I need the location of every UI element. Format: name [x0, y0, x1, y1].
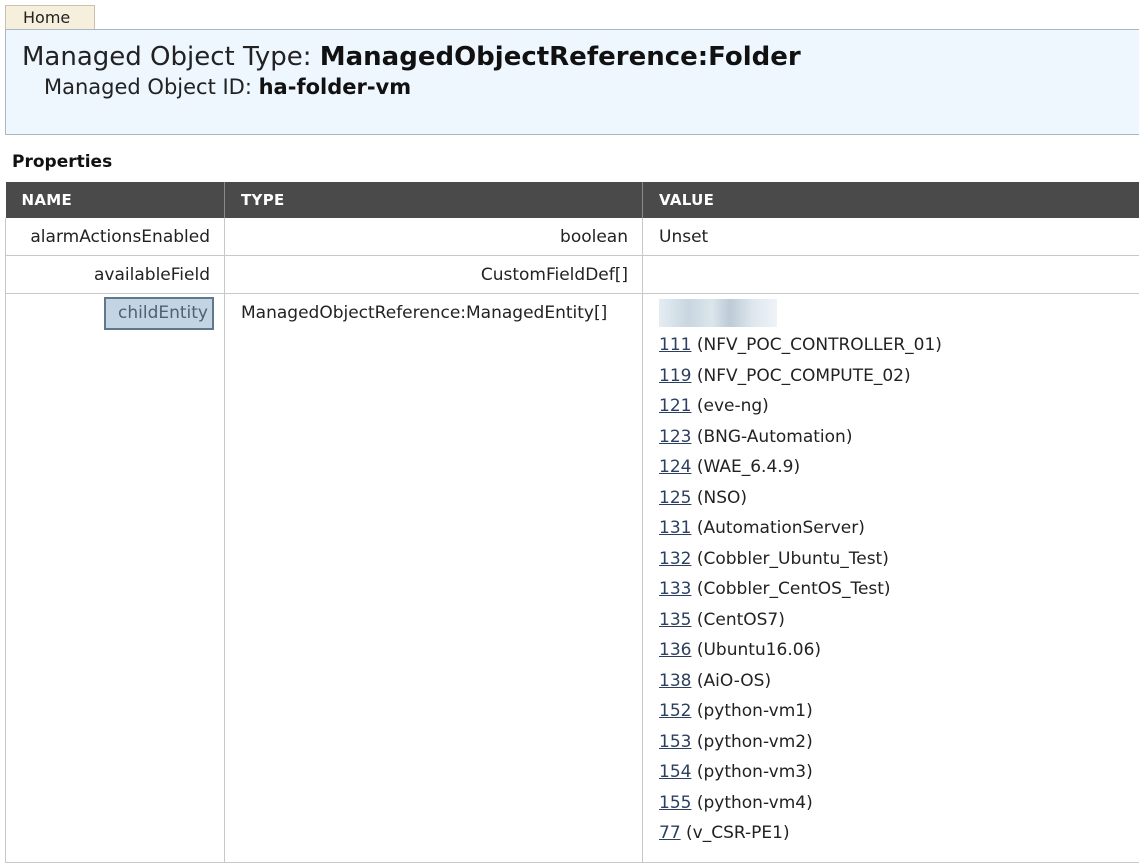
id-label: Managed Object ID:: [44, 75, 259, 99]
managed-object-id: Managed Object ID: ha-folder-vm: [44, 75, 411, 99]
list-item: 132 (Cobbler_Ubuntu_Test): [659, 549, 1125, 580]
entity-label: (v_CSR-PE1): [686, 823, 790, 843]
entity-label: (NSO): [697, 488, 747, 508]
list-item: 131 (AutomationServer): [659, 518, 1125, 549]
entity-link[interactable]: 154: [659, 762, 691, 782]
property-name: alarmActionsEnabled: [6, 218, 225, 256]
property-type: ManagedObjectReference:ManagedEntity[]: [225, 294, 643, 863]
home-tab[interactable]: Home: [5, 5, 95, 29]
entity-link[interactable]: 152: [659, 701, 691, 721]
property-name-cell: childEntity: [6, 294, 225, 863]
object-header: Managed Object Type: ManagedObjectRefere…: [5, 29, 1139, 135]
list-item: 154 (python-vm3): [659, 762, 1125, 793]
list-item: 77 (v_CSR-PE1): [659, 823, 1125, 854]
list-item: 133 (Cobbler_CentOS_Test): [659, 579, 1125, 610]
list-item: 153 (python-vm2): [659, 732, 1125, 763]
table-header-row: NAME TYPE VALUE: [6, 182, 1139, 218]
list-item: 135 (CentOS7): [659, 610, 1125, 641]
entity-link[interactable]: 123: [659, 427, 691, 447]
entity-label: (python-vm4): [697, 793, 813, 813]
list-item: 152 (python-vm1): [659, 701, 1125, 732]
table-row: availableField CustomFieldDef[]: [6, 256, 1139, 294]
entity-link[interactable]: 125: [659, 488, 691, 508]
properties-heading: Properties: [12, 152, 112, 172]
list-item: 125 (NSO): [659, 488, 1125, 519]
list-item: 155 (python-vm4): [659, 793, 1125, 824]
entity-label: (AutomationServer): [697, 518, 865, 538]
property-type: boolean: [225, 218, 643, 256]
entity-link[interactable]: 138: [659, 671, 691, 691]
property-name: availableField: [6, 256, 225, 294]
table-row: alarmActionsEnabled boolean Unset: [6, 218, 1139, 256]
list-item: 111 (NFV_POC_CONTROLLER_01): [659, 335, 1125, 366]
entity-label: (AiO-OS): [697, 671, 771, 691]
entity-label: (Cobbler_Ubuntu_Test): [697, 549, 889, 569]
list-item: 136 (Ubuntu16.06): [659, 640, 1125, 671]
entity-label: (NFV_POC_COMPUTE_02): [697, 366, 911, 386]
list-item: 124 (WAE_6.4.9): [659, 457, 1125, 488]
entity-link[interactable]: 111: [659, 335, 691, 355]
properties-table: NAME TYPE VALUE alarmActionsEnabled bool…: [5, 182, 1139, 863]
column-header-type: TYPE: [225, 182, 643, 218]
entity-links: 111 (NFV_POC_CONTROLLER_01)119 (NFV_POC_…: [659, 335, 1125, 854]
entity-label: (BNG-Automation): [697, 427, 853, 447]
entity-label: (WAE_6.4.9): [697, 457, 800, 477]
entity-label: (NFV_POC_CONTROLLER_01): [697, 335, 942, 355]
entity-label: (eve-ng): [697, 396, 769, 416]
entity-link[interactable]: 153: [659, 732, 691, 752]
entity-link[interactable]: 133: [659, 579, 691, 599]
managed-object-type: Managed Object Type: ManagedObjectRefere…: [22, 42, 801, 72]
property-value: Unset: [643, 218, 1139, 256]
entity-label: (CentOS7): [697, 610, 785, 630]
entity-link[interactable]: 124: [659, 457, 691, 477]
child-entity-list: 111 (NFV_POC_CONTROLLER_01)119 (NFV_POC_…: [643, 294, 1139, 863]
redacted-entry: [659, 299, 777, 327]
entity-link[interactable]: 119: [659, 366, 691, 386]
list-item: 119 (NFV_POC_COMPUTE_02): [659, 366, 1125, 397]
id-value: ha-folder-vm: [259, 75, 412, 99]
entity-link[interactable]: 132: [659, 549, 691, 569]
entity-link[interactable]: 155: [659, 793, 691, 813]
list-item: 121 (eve-ng): [659, 396, 1125, 427]
property-value: [643, 256, 1139, 294]
list-item: 138 (AiO-OS): [659, 671, 1125, 702]
entity-link[interactable]: 135: [659, 610, 691, 630]
column-header-name: NAME: [6, 182, 225, 218]
type-label: Managed Object Type:: [22, 42, 320, 72]
entity-link[interactable]: 131: [659, 518, 691, 538]
type-value: ManagedObjectReference:Folder: [320, 42, 801, 72]
entity-link[interactable]: 77: [659, 823, 681, 843]
entity-link[interactable]: 121: [659, 396, 691, 416]
column-header-value: VALUE: [643, 182, 1139, 218]
entity-label: (python-vm3): [697, 762, 813, 782]
table-row: childEntity ManagedObjectReference:Manag…: [6, 294, 1139, 863]
entity-label: (Cobbler_CentOS_Test): [697, 579, 891, 599]
entity-link[interactable]: 136: [659, 640, 691, 660]
entity-label: (python-vm1): [697, 701, 813, 721]
list-item: 123 (BNG-Automation): [659, 427, 1125, 458]
child-entity-selected-name[interactable]: childEntity: [104, 297, 214, 330]
entity-label: (python-vm2): [697, 732, 813, 752]
entity-label: (Ubuntu16.06): [697, 640, 821, 660]
property-type: CustomFieldDef[]: [225, 256, 643, 294]
